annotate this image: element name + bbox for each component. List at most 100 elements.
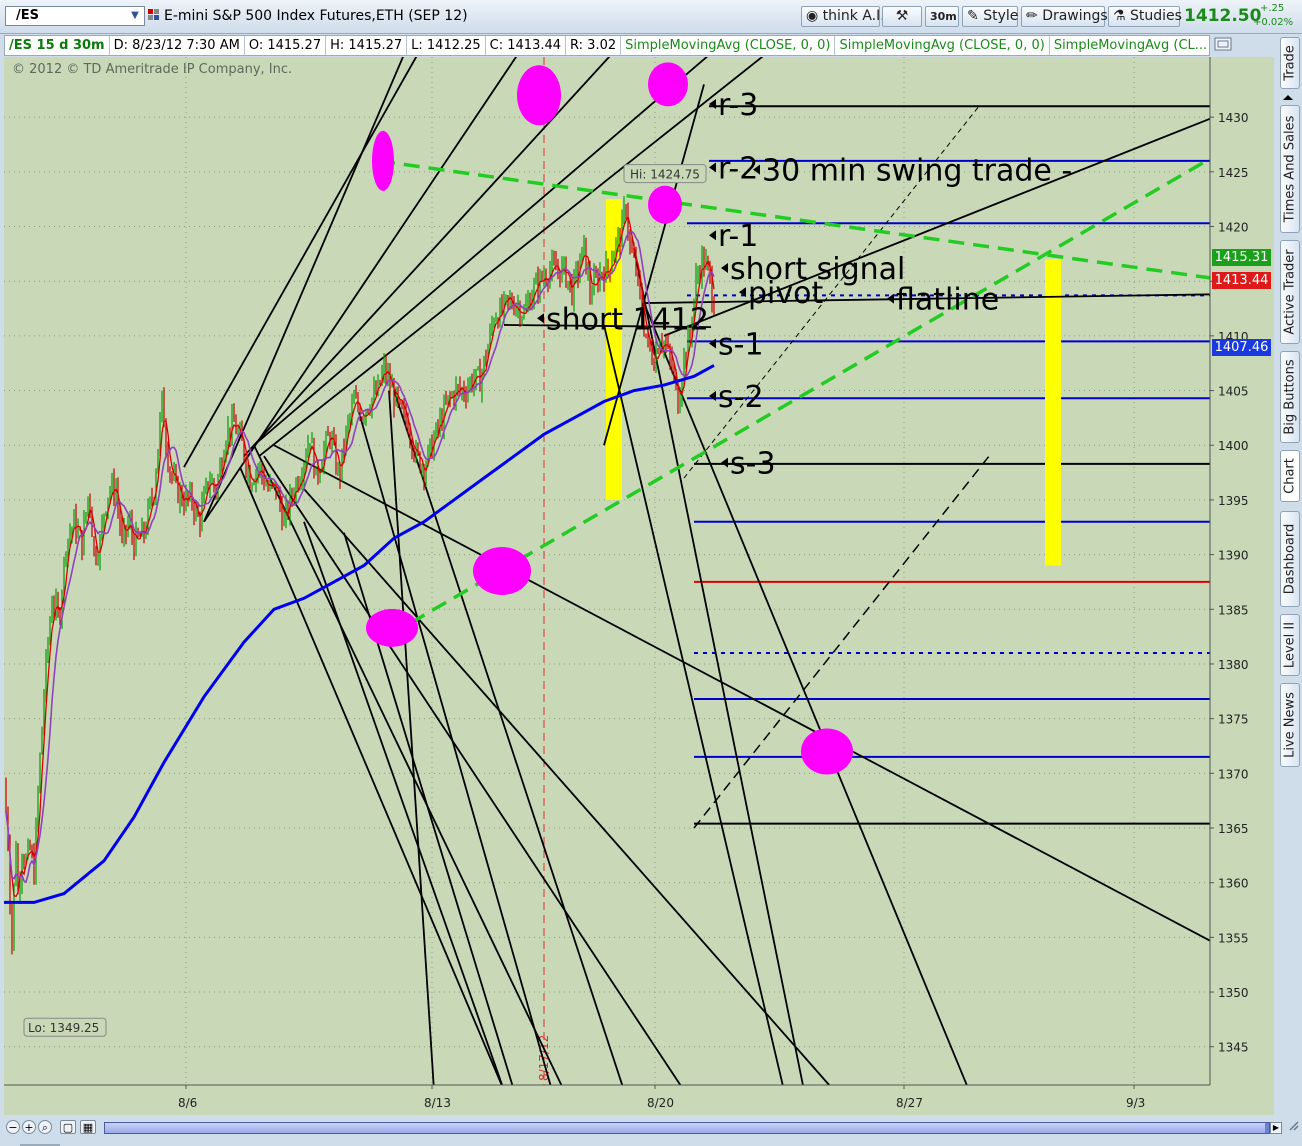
chevron-down-icon[interactable]: ▼ — [128, 9, 142, 23]
highlight-ellipse — [366, 608, 418, 647]
tab-label: Trade — [1282, 45, 1298, 81]
chart-app: /ES ▼ E-mini S&P 500 Index Futures,ETH (… — [0, 0, 1302, 1146]
y-tick-label: 1385 — [1218, 603, 1249, 617]
x-tick-label: 8/27 — [896, 1096, 923, 1110]
percent-change: +0.02% — [1253, 17, 1294, 28]
hi-label: Hi: 1424.75 — [630, 168, 700, 182]
chevron-up-icon[interactable] — [1282, 93, 1294, 101]
wrench-icon: ⚒ — [895, 8, 909, 24]
style-button[interactable]: ✎ Style — [962, 6, 1018, 27]
zoom-out-icon[interactable]: − — [6, 1120, 20, 1134]
last-price: 1412.50 — [1184, 6, 1262, 26]
tab-active-trader[interactable]: Active Trader — [1280, 240, 1300, 344]
y-tick-label: 1430 — [1218, 111, 1249, 125]
price-tag-red: 1413.44 — [1212, 272, 1271, 289]
studies-label: Studies — [1130, 8, 1182, 24]
bar-low: L: 1412.25 — [407, 36, 486, 55]
net-change: +.25 — [1260, 3, 1285, 14]
y-tick-label: 1365 — [1218, 822, 1249, 836]
resize-grip-icon — [20, 1144, 60, 1146]
tab-label: Times And Sales — [1282, 115, 1298, 223]
tab-dashboard[interactable]: Dashboard — [1280, 511, 1300, 607]
bar-date: D: 8/23/12 7:30 AM — [110, 36, 245, 55]
tab-label: Chart — [1282, 458, 1298, 494]
symbol-text: /ES — [16, 8, 39, 23]
scrollbar-thumb[interactable] — [105, 1123, 1265, 1133]
instrument-icon — [148, 9, 159, 20]
tab-trade[interactable]: Trade — [1280, 37, 1300, 89]
annotation-text: s-3 — [730, 447, 776, 482]
annotation-text: r-1 — [718, 219, 758, 254]
price-tag-green: 1415.31 — [1212, 249, 1271, 266]
annotation-text: short 1412 — [546, 302, 709, 337]
price-tag-blue: 1407.46 — [1212, 339, 1271, 356]
expand-icon[interactable] — [1288, 1120, 1300, 1132]
y-tick-label: 1420 — [1218, 221, 1249, 235]
highlight-ellipse — [648, 185, 682, 224]
tools-button[interactable]: ⚒ — [882, 6, 922, 27]
y-tick-label: 1350 — [1218, 986, 1249, 1000]
study-sma-2[interactable]: SimpleMovingAvg (CLOSE, 0, 0) — [835, 36, 1050, 55]
tab-level-ii[interactable]: Level II — [1280, 614, 1300, 676]
annotation-text: flatline — [896, 283, 999, 318]
annotation-text: s-1 — [718, 327, 764, 362]
tab-chart[interactable]: Chart — [1280, 450, 1300, 502]
tab-label: Level II — [1282, 621, 1298, 669]
x-tick-label: 8/6 — [178, 1096, 197, 1110]
scroll-right-icon[interactable]: ▶ — [1270, 1122, 1282, 1134]
bar-open: O: 1415.27 — [245, 36, 327, 55]
style-icon: ✎ — [967, 8, 979, 24]
tab-times-and-sales[interactable]: Times And Sales — [1280, 105, 1300, 233]
box-zoom-icon[interactable]: ▢ — [60, 1120, 76, 1134]
aggregation-button[interactable]: 30m — [925, 6, 959, 27]
pencil-icon: ✏ — [1026, 8, 1038, 24]
drawings-label: Drawings — [1042, 8, 1108, 24]
tab-live-news[interactable]: Live News — [1280, 683, 1300, 767]
tab-label: Dashboard — [1282, 523, 1298, 595]
magnifier-icon[interactable]: ⌕ — [38, 1120, 52, 1134]
info-bar: /ES 15 d 30m D: 8/23/12 7:30 AM O: 1415.27… — [4, 35, 1210, 56]
think-ai-label: think A.I. — [822, 8, 885, 24]
study-sma-3[interactable]: SimpleMovingAvg (CL... — [1050, 36, 1209, 55]
zoom-in-icon[interactable]: + — [22, 1120, 36, 1134]
y-tick-label: 1370 — [1218, 767, 1249, 781]
bar-range: R: 3.02 — [566, 36, 622, 55]
y-tick-label: 1345 — [1218, 1041, 1249, 1055]
highlight-ellipse — [801, 728, 853, 775]
price-chart[interactable]: 8/17/12 30 min swing trade -short signal… — [4, 57, 1274, 1115]
highlight-ellipse — [473, 547, 531, 595]
x-tick-label: 8/13 — [424, 1096, 451, 1110]
y-tick-label: 1390 — [1218, 549, 1249, 563]
chart-settings-icon[interactable] — [1214, 36, 1232, 52]
symbol-input[interactable]: /ES ▼ — [5, 6, 145, 26]
tab-label: Active Trader — [1282, 249, 1298, 335]
highlight-ellipse — [372, 130, 394, 191]
y-tick-label: 1380 — [1218, 658, 1249, 672]
toolbar: /ES ▼ E-mini S&P 500 Index Futures,ETH (… — [0, 0, 1302, 34]
studies-button[interactable]: ⚗ Studies — [1108, 6, 1182, 27]
y-axis-panel — [1210, 57, 1274, 1115]
bar-high: H: 1415.27 — [326, 36, 408, 55]
drawings-button[interactable]: ✏ Drawings — [1021, 6, 1108, 27]
x-tick-label: 9/3 — [1126, 1096, 1145, 1110]
brain-icon: ◉ — [806, 8, 819, 24]
y-tick-label: 1355 — [1218, 931, 1249, 945]
horizontal-scrollbar[interactable] — [104, 1122, 1270, 1134]
annotation-text: pivot — [748, 276, 823, 311]
think-ai-button[interactable]: ◉ think A.I. — [801, 6, 885, 27]
annotation-text: s-2 — [718, 380, 764, 415]
annotation-text: r-3 — [718, 88, 758, 123]
study-sma-1[interactable]: SimpleMovingAvg (CLOSE, 0, 0) — [621, 36, 836, 55]
copyright-watermark: © 2012 © TD Ameritrade IP Company, Inc. — [12, 62, 293, 77]
y-tick-label: 1405 — [1218, 385, 1249, 399]
symbol-period[interactable]: /ES 15 d 30m — [5, 36, 110, 55]
grid-icon[interactable]: ▦ — [80, 1120, 96, 1134]
highlight-ellipse — [517, 65, 561, 126]
x-tick-label: 8/20 — [647, 1096, 674, 1110]
tab-big-buttons[interactable]: Big Buttons — [1280, 351, 1300, 443]
y-tick-label: 1400 — [1218, 439, 1249, 453]
bottom-bar: − + ⌕ ▢ ▦ ▶ — [0, 1116, 1302, 1146]
annotation-text: r-2 — [718, 151, 758, 186]
y-tick-label: 1395 — [1218, 494, 1249, 508]
lo-label: Lo: 1349.25 — [28, 1021, 99, 1035]
